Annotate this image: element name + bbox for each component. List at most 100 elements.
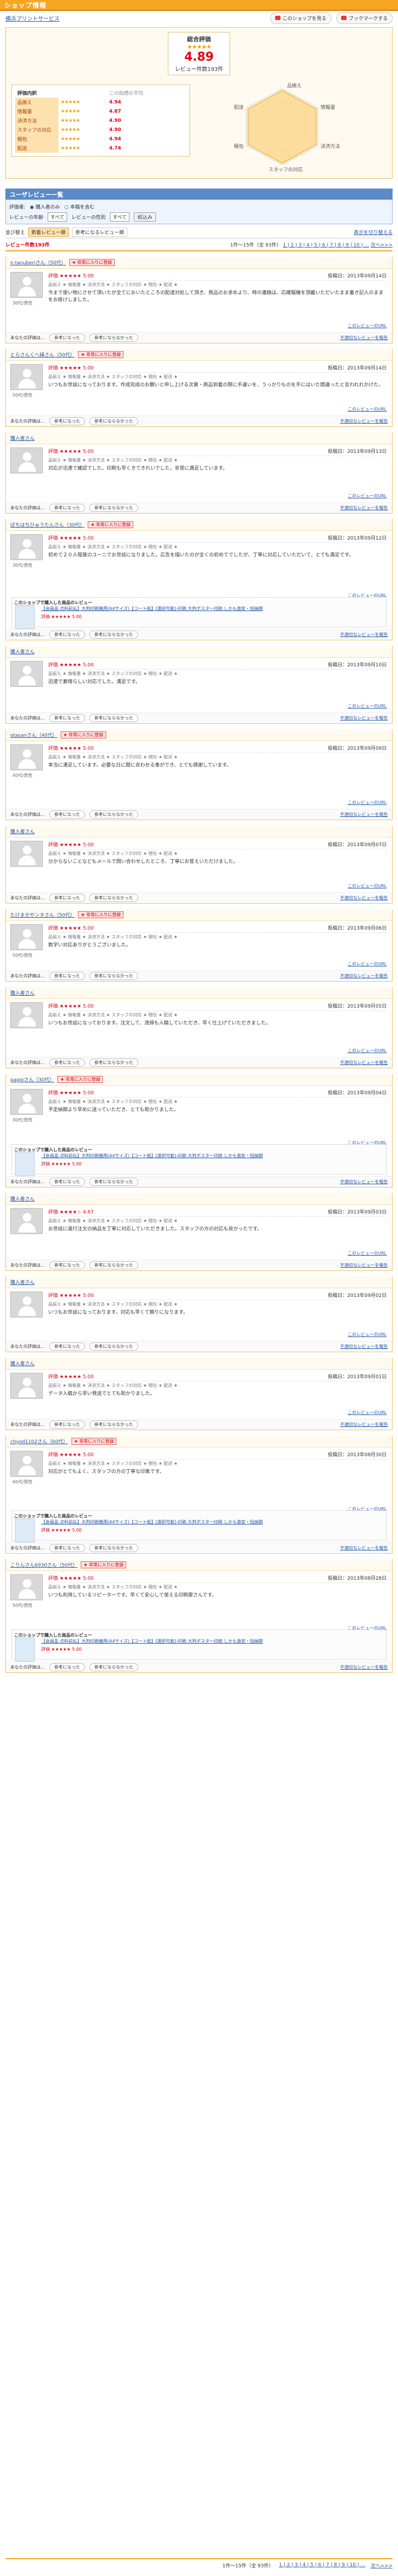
reviewer-link[interactable]: たけまかやンタさん（50代） (10, 911, 75, 918)
not-helpful-button[interactable]: 参考にならなかった (89, 1059, 138, 1067)
review-url-link[interactable]: このレビューのURL (348, 1048, 387, 1054)
helpful-button[interactable]: 参考になった (49, 1663, 85, 1671)
not-helpful-button[interactable]: 参考にならなかった (89, 714, 138, 722)
reviewer-link[interactable]: 購入者さん (10, 1360, 35, 1367)
review-url-link[interactable]: このレビューのURL (348, 961, 387, 967)
not-helpful-button[interactable]: 参考にならなかった (89, 1420, 138, 1429)
reviewer-link[interactable]: こりんさん6930さん（50代） (10, 1561, 77, 1568)
not-helpful-button[interactable]: 参考にならなかった (89, 504, 138, 512)
review-url-link[interactable]: このレビューのURL (348, 800, 387, 806)
sort-new-button[interactable]: 新着レビュー順 (28, 228, 69, 237)
not-helpful-button[interactable]: 参考にならなかった (89, 1663, 138, 1671)
helpful-button[interactable]: 参考になった (49, 1059, 85, 1067)
not-helpful-button[interactable]: 参考にならなかった (89, 1544, 138, 1552)
review-url-link[interactable]: このレビューのURL (348, 493, 387, 499)
feedback-label: あなたの評価は… (10, 1665, 45, 1670)
helpful-button[interactable]: 参考になった (49, 1544, 85, 1552)
helpful-button[interactable]: 参考になった (49, 1261, 85, 1269)
avatar (10, 744, 43, 770)
review-url-link[interactable]: このレビューのURL (348, 1250, 387, 1256)
product-thumbnail[interactable] (15, 1152, 35, 1176)
product-thumbnail[interactable] (15, 1519, 35, 1542)
not-helpful-button[interactable]: 参考にならなかった (89, 972, 138, 980)
helpful-button[interactable]: 参考になった (49, 417, 85, 425)
helpful-button[interactable]: 参考になった (49, 504, 85, 512)
pager-next-link[interactable]: 次へ>>> (370, 243, 393, 248)
footer-next-link[interactable]: 次へ>>> (370, 2562, 393, 2569)
review-url-link[interactable]: このレビューのURL (348, 323, 387, 329)
view-shop-button[interactable]: このショップを見る (270, 12, 331, 24)
reviewer-link[interactable]: 購入者さん (10, 1195, 35, 1202)
review-date: 投稿日：2013年09月10日 (328, 663, 387, 668)
not-helpful-button[interactable]: 参考にならなかった (89, 631, 138, 639)
reviewer-link[interactable]: otasanさん（40代） (10, 731, 57, 738)
review-url-link[interactable]: このレビューのURL (348, 883, 387, 889)
helpful-button[interactable]: 参考になった (49, 1420, 85, 1429)
review-url-link[interactable]: このレビューのURL (348, 703, 387, 709)
report-review-link[interactable]: 不適切なレビューを報告 (340, 418, 388, 424)
report-review-link[interactable]: 不適切なレビューを報告 (340, 1262, 388, 1268)
product-thumbnail[interactable] (15, 1638, 35, 1662)
reviewer-link[interactable]: 購入者さん (10, 828, 35, 835)
reviewer-link[interactable]: 購入者さん (10, 1279, 35, 1286)
helpful-button[interactable]: 参考になった (49, 894, 85, 902)
bookmark-button[interactable]: ブックマークする (336, 12, 393, 24)
report-review-link[interactable]: 不適切なレビューを報告 (340, 715, 388, 721)
pager-page-links[interactable]: 1 | 2 | 3 | 4 | 5 | 6 | 7 | 8 | 9 | 10 |… (283, 243, 369, 248)
reviewer-link[interactable]: 購入者さん (10, 648, 35, 655)
review-feedback-bar: あなたの評価は… 参考になった 参考にならなかった 不適切なレビューを報告 (6, 629, 392, 640)
reviewer-link[interactable]: 購入者さん (10, 989, 35, 996)
review-url-link[interactable]: このレビューのURL (348, 1410, 387, 1416)
not-helpful-button[interactable]: 参考にならなかった (89, 334, 138, 342)
review-url-link[interactable]: このレビューのURL (348, 1332, 387, 1338)
helpful-button[interactable]: 参考になった (49, 810, 85, 819)
report-review-link[interactable]: 不適切なレビューを報告 (340, 1664, 388, 1670)
report-review-link[interactable]: 不適切なレビューを報告 (340, 1545, 388, 1551)
product-link[interactable]: 【会員品 点料前払】大判印刷機用(A4サイズ)【コート紙】[選択可能]-印刷 大… (41, 1519, 384, 1525)
reviewer-link[interactable]: 購入者さん (10, 434, 35, 442)
helpful-button[interactable]: 参考になった (49, 1342, 85, 1351)
reviewer-link[interactable]: pagoiさん（30代） (10, 1076, 54, 1083)
sort-helpful-button[interactable]: 参考になるレビュー順 (72, 228, 128, 237)
product-link[interactable]: 【会員品 点料前払】大判印刷機用(A4サイズ)【コート紙】[選択可能]-印刷 大… (41, 1638, 384, 1644)
reviewer-link[interactable]: とらさんくへ婦さん（50代） (10, 351, 75, 358)
opt-buyers-radio[interactable]: ◉ 購入者のみ (30, 203, 60, 210)
not-helpful-button[interactable]: 参考にならなかった (89, 417, 138, 425)
not-helpful-button[interactable]: 参考にならなかった (89, 1342, 138, 1351)
report-review-link[interactable]: 不適切なレビューを報告 (340, 505, 388, 511)
report-review-link[interactable]: 不適切なレビューを報告 (340, 335, 388, 341)
report-review-link[interactable]: 不適切なレビューを報告 (340, 1060, 388, 1066)
product-thumbnail[interactable] (15, 605, 35, 629)
report-review-link[interactable]: 不適切なレビューを報告 (340, 973, 388, 979)
review-feedback-bar: あなたの評価は… 参考になった 参考にならなかった 不適切なレビューを報告 (6, 1662, 392, 1672)
not-helpful-button[interactable]: 参考にならなかった (89, 1261, 138, 1269)
report-review-link[interactable]: 不適切なレビューを報告 (340, 1422, 388, 1427)
gender-select[interactable]: すべて (110, 212, 130, 222)
toggle-display-link[interactable]: 表示を切り替える (354, 229, 393, 236)
review-rating: 評価 ★★★★☆ 4.67 (48, 1210, 94, 1215)
report-review-link[interactable]: 不適切なレビューを報告 (340, 812, 388, 817)
footer-page-links[interactable]: 1 | 2 | 3 | 4 | 5 | 6 | 7 | 8 | 9 | 10 |… (279, 2562, 365, 2568)
helpful-button[interactable]: 参考になった (49, 972, 85, 980)
shop-name-link[interactable]: 横浜プリントサービス (5, 14, 60, 22)
not-helpful-button[interactable]: 参考にならなかった (89, 894, 138, 902)
product-link[interactable]: 【会員品 点料前払】大判印刷機用(A4サイズ)【コート紙】[選択可能]-印刷 大… (41, 1153, 384, 1159)
reviewer-link[interactable]: n.tanuberiさん（50代） (10, 259, 66, 266)
age-select[interactable]: すべて (48, 212, 68, 222)
review-url-link[interactable]: このレビューのURL (348, 406, 387, 412)
report-review-link[interactable]: 不適切なレビューを報告 (340, 632, 388, 638)
helpful-button[interactable]: 参考になった (49, 1178, 85, 1186)
product-link[interactable]: 【会員品 点料前払】大判印刷機用(A4サイズ)【コート紙】[選択可能]-印刷 大… (41, 606, 384, 612)
not-helpful-button[interactable]: 参考にならなかった (89, 810, 138, 819)
helpful-button[interactable]: 参考になった (49, 714, 85, 722)
opt-all-radio[interactable]: ○ 本稿を含む (64, 203, 95, 210)
report-review-link[interactable]: 不適切なレビューを報告 (340, 1179, 388, 1185)
reviewer-link[interactable]: ぽちはちひゅうたんさん（30代） (10, 521, 84, 528)
report-review-link[interactable]: 不適切なレビューを報告 (340, 895, 388, 901)
reviewer-link[interactable]: chyod1102さん（60代） (10, 1438, 68, 1445)
report-review-link[interactable]: 不適切なレビューを報告 (340, 1344, 388, 1349)
helpful-button[interactable]: 参考になった (49, 334, 85, 342)
helpful-button[interactable]: 参考になった (49, 631, 85, 639)
not-helpful-button[interactable]: 参考にならなかった (89, 1178, 138, 1186)
filter-submit-button[interactable]: 絞込み (134, 212, 156, 222)
